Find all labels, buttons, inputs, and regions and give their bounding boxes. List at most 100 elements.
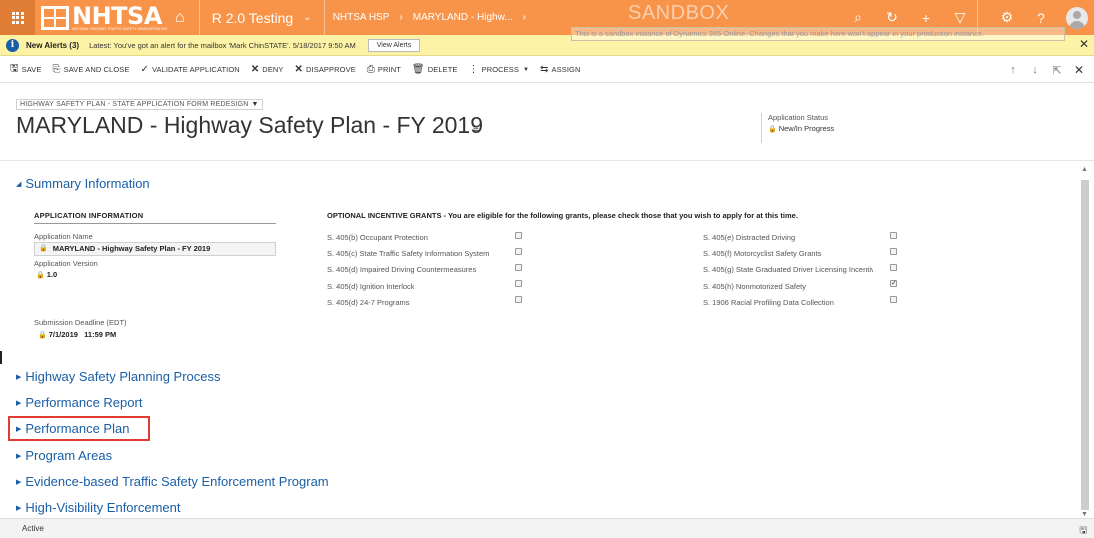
print-label: PRINT [377, 65, 401, 74]
grants-heading-bold: OPTIONAL INCENTIVE GRANTS [327, 211, 442, 220]
vertical-scrollbar[interactable]: ▲ ▼ [1080, 166, 1090, 518]
status-box: Application Status 🔒 New/In Progress [761, 113, 834, 143]
process-icon: ⋮ [468, 64, 479, 75]
grant-checkbox[interactable] [515, 248, 522, 255]
grant-checkbox[interactable] [515, 232, 522, 239]
grant-checkbox-checked[interactable]: ✓ [890, 280, 897, 287]
nav-divider [323, 0, 325, 35]
breadcrumb-record[interactable]: MARYLAND - Highw... › [413, 0, 536, 35]
highlight-box [8, 416, 150, 441]
trash-icon: 🗑 [411, 64, 425, 75]
logo-subtitle: NATIONAL HIGHWAY TRAFFIC SAFETY ADMINIST… [72, 26, 168, 31]
save-button[interactable]: 🖫 SAVE [10, 61, 41, 78]
grant-label: S. 1906 Racial Profiling Data Collection [703, 298, 834, 307]
assign-icon: ⇆ [540, 64, 549, 75]
grant-checkbox[interactable] [515, 280, 522, 287]
status-value: New/In Progress [778, 124, 835, 133]
grant-label: S. 405(e) Distracted Driving [703, 233, 796, 242]
pop-out-icon[interactable]: ⇱ [1046, 64, 1068, 77]
submission-deadline-value: 7/1/2019 11:59 PM [48, 330, 117, 339]
grant-checkbox[interactable] [890, 248, 897, 255]
page-title: MARYLAND - Highway Safety Plan - FY 2019 [16, 112, 484, 138]
app-title-label: R 2.0 Testing [211, 9, 294, 26]
app-launcher-button[interactable] [0, 0, 35, 35]
chevron-right-icon: › [522, 12, 526, 23]
save-icon[interactable]: 🖫 [1079, 523, 1087, 538]
grant-checkbox[interactable] [890, 296, 897, 303]
save-icon: 🖫 [10, 63, 19, 74]
deny-label: DENY [262, 65, 284, 74]
printer-icon: ⎙ [366, 64, 375, 75]
save-and-close-button[interactable]: ⎘ SAVE AND CLOSE [52, 64, 129, 75]
history-icon[interactable]: ↻ [875, 9, 909, 26]
section-title: Highway Safety Planning Process [25, 369, 221, 384]
delete-button[interactable]: 🗑 DELETE [412, 64, 458, 75]
application-version-value: 1.0 [46, 270, 58, 279]
search-icon[interactable]: ⌕ [841, 9, 875, 26]
arrow-up-icon[interactable]: ↑ [1002, 64, 1024, 76]
nhtsa-logo[interactable]: NHTSA NATIONAL HIGHWAY TRAFFIC SAFETY AD… [35, 0, 185, 35]
breadcrumb-nhtsa-hsp[interactable]: NHTSA HSP › [333, 0, 413, 35]
print-button[interactable]: ⎙ PRINT [367, 64, 401, 75]
section-evidence-based-enforcement[interactable]: ▶ Evidence-based Traffic Safety Enforceme… [16, 474, 329, 489]
view-alerts-button[interactable]: View Alerts [367, 38, 421, 52]
caret-down-icon: ▼ [522, 66, 530, 73]
disapprove-label: DISAPPROVE [306, 65, 356, 74]
user-avatar[interactable] [1066, 6, 1088, 29]
close-icon[interactable]: ✕ [1079, 37, 1089, 51]
grant-label: S. 405(g) State Graduated Driver Licensi… [703, 265, 873, 274]
sandbox-notice: This is a sandbox instance of Dynamics 3… [571, 27, 1065, 41]
app-title-dropdown[interactable]: R 2.0 Testing ⌄ [200, 0, 324, 35]
breadcrumb-label: NHTSA HSP [332, 12, 390, 23]
save-close-label: SAVE AND CLOSE [63, 65, 130, 74]
save-close-icon: ⎘ [52, 64, 61, 75]
section-title: High-Visibility Enforcement [25, 500, 181, 515]
scroll-thumb[interactable] [1081, 180, 1089, 510]
record-status: Active [22, 524, 44, 533]
scroll-down-icon[interactable]: ▼ [1081, 511, 1088, 518]
grant-label: S. 405(d) Impaired Driving Countermeasur… [327, 265, 477, 274]
lock-icon: 🔒 [38, 331, 47, 339]
process-button[interactable]: ⋮ PROCESS ▼ [468, 64, 529, 75]
form-selector-label: HIGHWAY SAFETY PLAN - STATE APPLICATION … [20, 101, 249, 108]
help-icon[interactable]: ? [1024, 10, 1058, 26]
section-title: Summary Information [25, 176, 150, 191]
section-program-areas[interactable]: ▶ Program Areas [16, 448, 112, 463]
gear-icon[interactable]: ⚙ [990, 9, 1024, 26]
grant-checkbox[interactable] [515, 296, 522, 303]
grant-label: S. 405(d) Ignition Interlock [327, 282, 415, 291]
command-bar: 🖫 SAVE ⎘ SAVE AND CLOSE ✓ VALIDATE APPLICAT… [0, 57, 1094, 83]
section-highway-safety-planning-process[interactable]: ▶ Highway Safety Planning Process [16, 369, 221, 384]
grant-checkbox[interactable] [890, 264, 897, 271]
chevron-down-icon: ⌄ [303, 12, 312, 23]
section-high-visibility-enforcement[interactable]: ▶ High-Visibility Enforcement [16, 500, 181, 515]
scroll-up-icon[interactable]: ▲ [1081, 166, 1088, 173]
application-name-field[interactable]: 🔒 MARYLAND - Highway Safety Plan - FY 20… [34, 242, 276, 256]
form-selector-dropdown[interactable]: HIGHWAY SAFETY PLAN - STATE APPLICATION … [16, 99, 263, 110]
disapprove-button[interactable]: ✕ DISAPPROVE [295, 64, 356, 75]
filter-icon[interactable]: ▽ [943, 9, 977, 26]
deny-button[interactable]: ✕ DENY [251, 64, 284, 75]
validate-application-button[interactable]: ✓ VALIDATE APPLICATION [140, 64, 239, 75]
application-information-heading: APPLICATION INFORMATION [34, 211, 276, 224]
plus-icon[interactable]: + [909, 10, 943, 26]
menu-icon[interactable]: ≡ [473, 124, 479, 135]
header-divider [0, 160, 1094, 161]
logo-emblem-icon [41, 5, 69, 30]
grant-checkbox[interactable] [515, 264, 522, 271]
assign-button[interactable]: ⇆ ASSIGN [540, 64, 580, 75]
arrow-down-icon[interactable]: ↓ [1024, 64, 1046, 76]
home-icon[interactable]: ⌂ [175, 9, 185, 27]
grant-checkbox[interactable] [890, 232, 897, 239]
section-performance-report[interactable]: ▶ Performance Report [16, 395, 142, 410]
logo-wordmark: NHTSA [72, 1, 162, 30]
status-footer: Active 🖫 [0, 518, 1094, 538]
application-version-label: Application Version [34, 259, 98, 268]
section-title: Performance Report [25, 395, 143, 410]
chevron-right-icon: › [399, 12, 403, 23]
close-icon[interactable]: ✕ [1068, 63, 1090, 77]
application-name-label: Application Name [34, 232, 93, 241]
application-version-field: 🔒 1.0 [36, 270, 57, 279]
info-icon: i [6, 38, 19, 52]
summary-information-section-toggle[interactable]: ◢ Summary Information [16, 176, 150, 191]
